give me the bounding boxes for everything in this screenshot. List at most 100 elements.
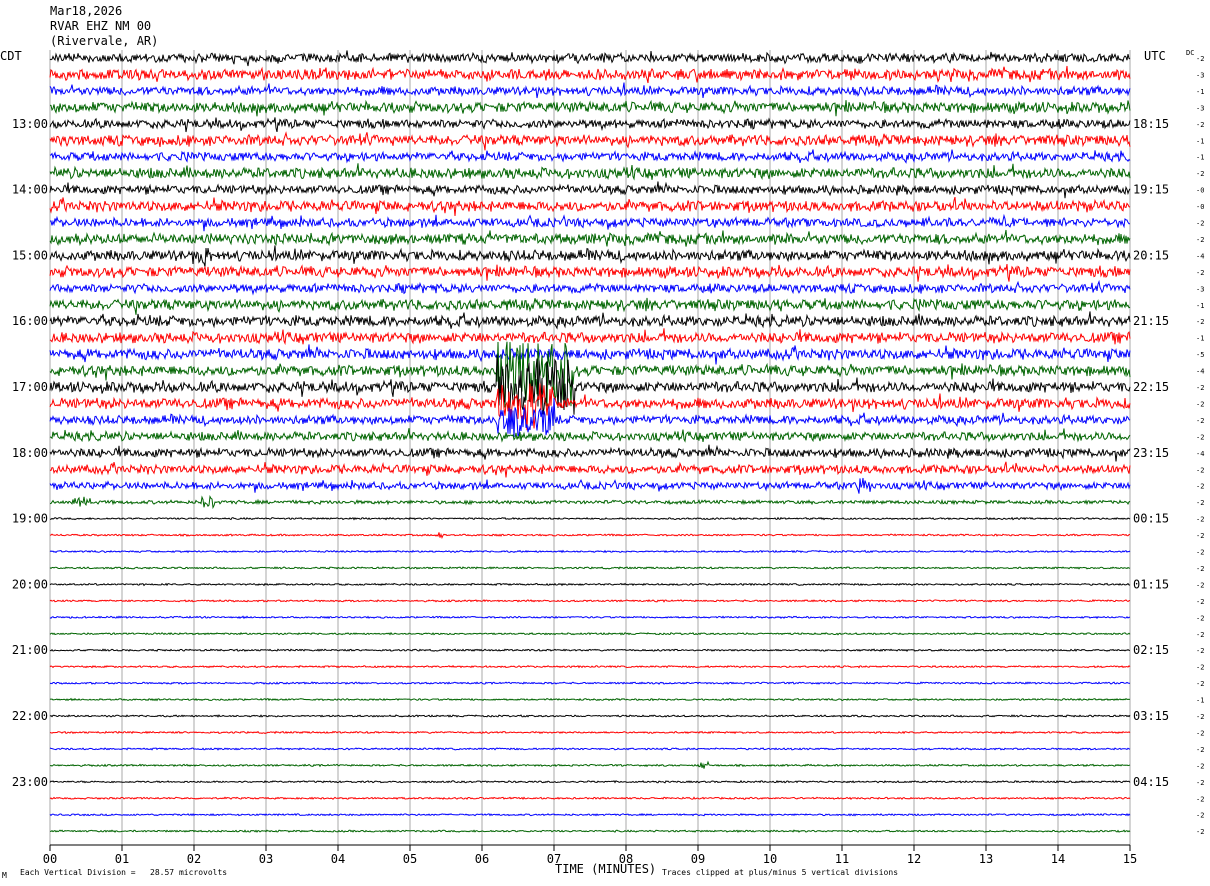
dc-offset: -2 bbox=[1196, 631, 1204, 639]
seismic-trace bbox=[49, 264, 1131, 282]
seismic-trace bbox=[49, 477, 1131, 494]
seismic-trace bbox=[49, 245, 1131, 267]
seismic-trace bbox=[49, 163, 1131, 181]
right-hour-label: 00:15 bbox=[1133, 512, 1169, 526]
seismic-trace bbox=[49, 65, 1131, 84]
seismic-trace bbox=[49, 566, 1131, 570]
trace-group bbox=[49, 50, 1131, 833]
dc-offset: -2 bbox=[1196, 779, 1204, 787]
dc-offset: -2 bbox=[1196, 236, 1204, 244]
left-hour-label: 21:00 bbox=[12, 643, 48, 657]
dc-offset: -2 bbox=[1196, 170, 1204, 178]
dc-offset: -1 bbox=[1196, 88, 1204, 96]
station-label: RVAR EHZ NM 00 bbox=[50, 19, 152, 33]
dc-header-label: DC bbox=[1186, 49, 1195, 57]
dc-offset: -2 bbox=[1196, 516, 1204, 524]
seismic-trace bbox=[49, 615, 1130, 620]
dc-offset: -2 bbox=[1196, 384, 1204, 392]
seismic-trace bbox=[49, 631, 1131, 636]
seismic-trace bbox=[49, 311, 1131, 330]
dc-offset: -2 bbox=[1196, 121, 1204, 129]
dc-offset: -1 bbox=[1196, 335, 1204, 343]
seismic-trace bbox=[49, 760, 1131, 769]
dc-offset: -2 bbox=[1196, 400, 1204, 408]
helicorder-chart: 00 01 02 03 04 05 06 07 08 09 10 11 12 13 14 15 13:0014… bbox=[12, 50, 1204, 866]
seismic-trace bbox=[49, 812, 1131, 817]
location-label: (Rivervale, AR) bbox=[50, 34, 159, 48]
x-tick-label: 12 bbox=[907, 852, 921, 866]
dc-offset: -5 bbox=[1196, 351, 1204, 359]
right-hour-label: 22:15 bbox=[1133, 380, 1169, 394]
dc-offset: -0 bbox=[1196, 203, 1204, 211]
dc-offset: -2 bbox=[1196, 614, 1204, 622]
left-hour-label: 19:00 bbox=[12, 512, 48, 526]
dc-offset: -2 bbox=[1196, 318, 1204, 326]
left-hour-label: 22:00 bbox=[12, 709, 48, 723]
seismic-trace bbox=[49, 648, 1130, 652]
dc-offset: -2 bbox=[1196, 466, 1204, 474]
dc-offset: -2 bbox=[1196, 433, 1204, 441]
left-hour-label: 14:00 bbox=[12, 183, 48, 197]
right-hour-label: 04:15 bbox=[1133, 775, 1169, 789]
dc-offset: -3 bbox=[1196, 71, 1204, 79]
seismic-trace bbox=[50, 516, 1131, 521]
left-hour-labels: 13:00 14:00 15:00 16:00 17:00 18:00 19:00 20:00… bbox=[12, 117, 48, 789]
left-hour-label: 16:00 bbox=[12, 314, 48, 328]
seismic-trace bbox=[49, 428, 1131, 443]
dc-offset: -2 bbox=[1196, 680, 1204, 688]
seismic-trace bbox=[49, 131, 1131, 151]
right-hour-labels: 18:15 19:15 20:15 21:15 22:15 23:15 00:15 01:15… bbox=[1133, 117, 1169, 789]
right-hour-label: 01:15 bbox=[1133, 577, 1169, 591]
seismic-trace bbox=[49, 714, 1131, 718]
dc-offset: -4 bbox=[1196, 368, 1204, 376]
left-hour-label: 13:00 bbox=[12, 117, 48, 131]
seismic-trace bbox=[49, 181, 1131, 199]
seismic-trace bbox=[49, 796, 1131, 801]
left-timezone-label: CDT bbox=[0, 49, 22, 63]
x-tick-label: 04 bbox=[331, 852, 345, 866]
x-tick-label: 03 bbox=[259, 852, 273, 866]
seismic-trace bbox=[49, 99, 1131, 117]
right-hour-label: 20:15 bbox=[1133, 248, 1169, 262]
x-tick-label: 05 bbox=[403, 852, 417, 866]
seismic-trace bbox=[49, 444, 1131, 462]
right-hour-label: 21:15 bbox=[1133, 314, 1169, 328]
seismic-trace bbox=[49, 829, 1131, 833]
clip-note: Traces clipped at plus/minus 5 vertical … bbox=[662, 868, 899, 877]
x-axis-title: TIME (MINUTES) bbox=[555, 862, 657, 876]
dc-offset: -2 bbox=[1196, 55, 1204, 63]
left-hour-label: 18:00 bbox=[12, 446, 48, 460]
seismic-trace bbox=[49, 344, 1131, 365]
left-hour-label: 20:00 bbox=[12, 577, 48, 591]
dc-offset: -2 bbox=[1196, 220, 1204, 228]
dc-offset: -3 bbox=[1196, 104, 1204, 112]
x-tick-label: 01 bbox=[115, 852, 129, 866]
dc-offset-labels: -2 -3 -1 -3 -2 -1 -1 -2 -0 -0 -2 -2 -4 -2 -3 -1 -2 -1 -5 -4… bbox=[1196, 55, 1204, 836]
seismic-trace bbox=[49, 582, 1131, 587]
seismic-trace bbox=[49, 149, 1131, 164]
dc-offset: -2 bbox=[1196, 565, 1204, 573]
seismic-trace bbox=[49, 697, 1131, 702]
seismic-trace bbox=[49, 82, 1131, 99]
dc-offset: -2 bbox=[1196, 664, 1204, 672]
right-hour-label: 02:15 bbox=[1133, 643, 1169, 657]
seismic-trace bbox=[49, 196, 1131, 216]
x-tick-label: 10 bbox=[763, 852, 777, 866]
x-tick-label: 15 bbox=[1123, 852, 1137, 866]
seismic-trace bbox=[49, 681, 1131, 685]
seismic-trace bbox=[49, 747, 1131, 751]
left-hour-label: 17:00 bbox=[12, 380, 48, 394]
seismic-trace bbox=[50, 213, 1130, 232]
x-tick-label: 02 bbox=[187, 852, 201, 866]
right-hour-label: 23:15 bbox=[1133, 446, 1169, 460]
dc-offset: -2 bbox=[1196, 269, 1204, 277]
x-tick-label: 11 bbox=[835, 852, 849, 866]
dc-offset: -0 bbox=[1196, 187, 1204, 195]
right-hour-label: 19:15 bbox=[1133, 183, 1169, 197]
right-hour-label: 18:15 bbox=[1133, 117, 1169, 131]
right-timezone-label: UTC bbox=[1144, 49, 1166, 63]
seismic-trace bbox=[49, 532, 1131, 539]
dc-offset: -2 bbox=[1196, 828, 1204, 836]
dc-offset: -4 bbox=[1196, 450, 1204, 458]
dc-offset: -2 bbox=[1196, 647, 1204, 655]
